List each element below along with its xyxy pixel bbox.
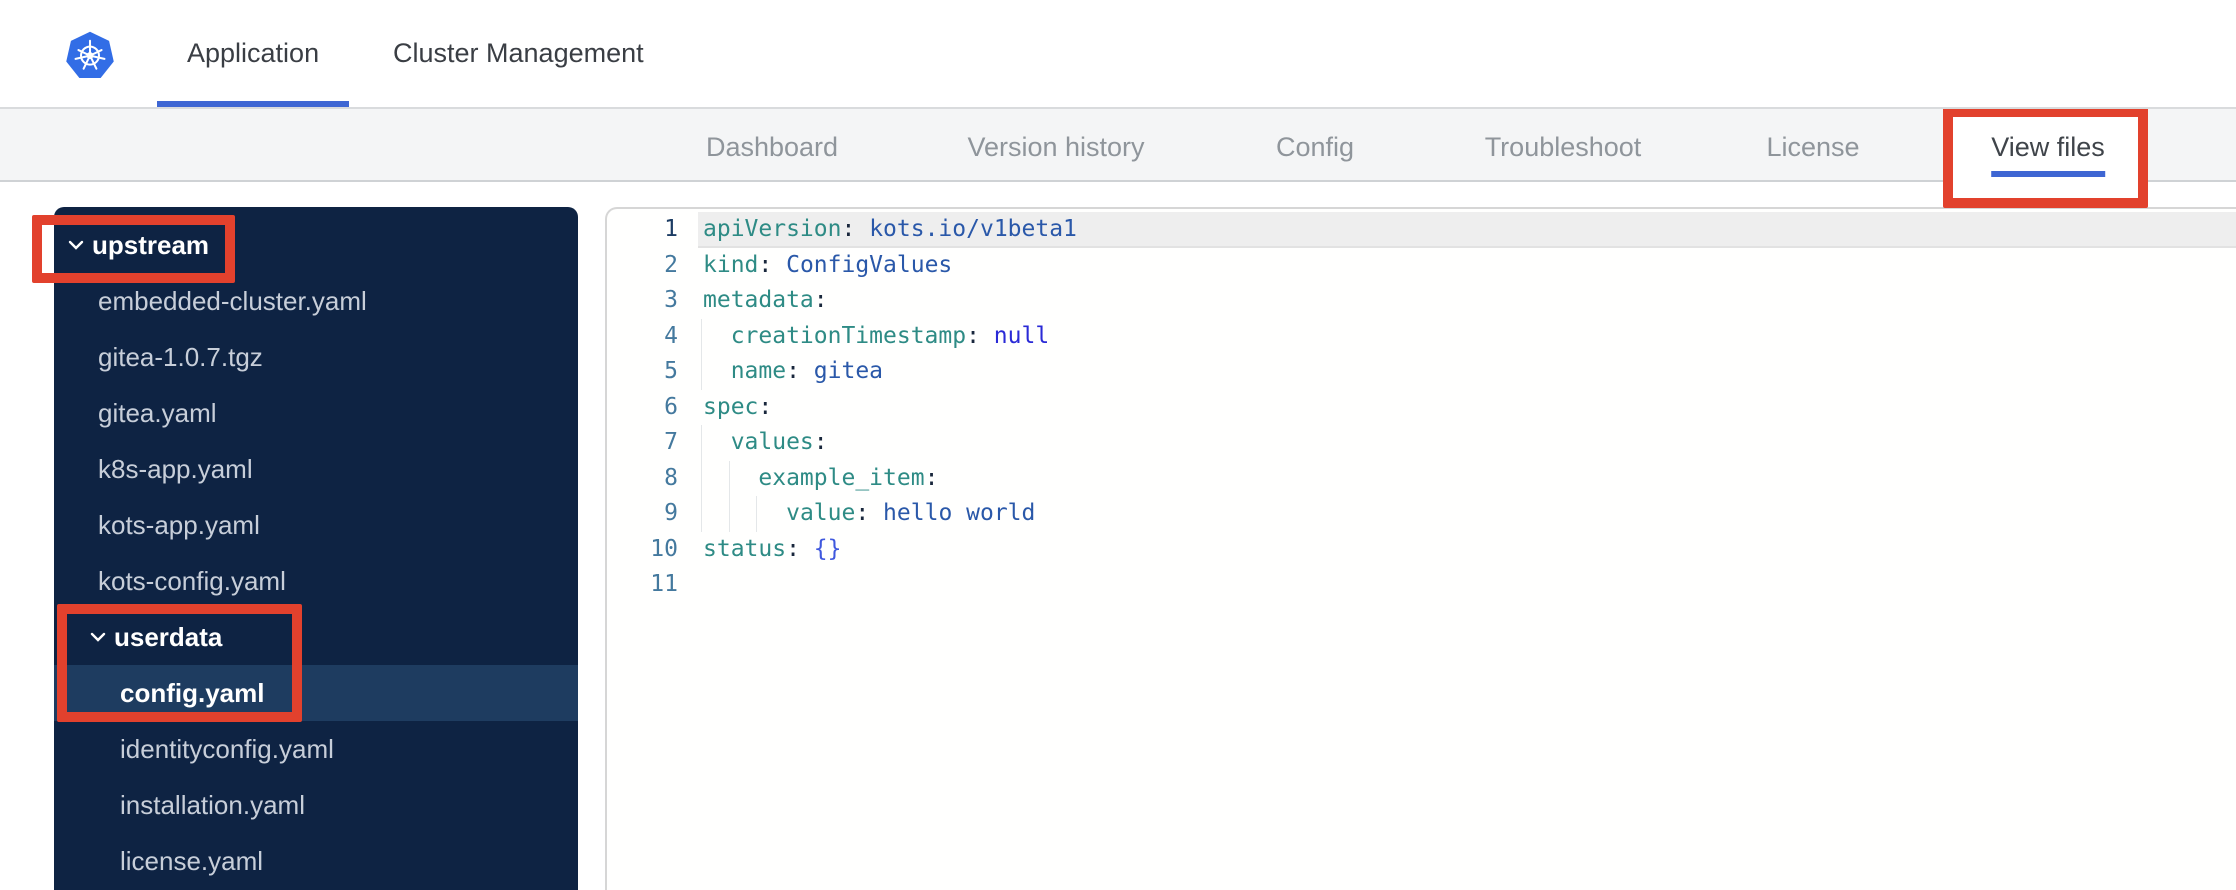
line-number: 4 — [664, 322, 678, 349]
tree-folder-upstream[interactable]: upstream — [54, 217, 578, 273]
kubernetes-logo-icon[interactable] — [65, 31, 115, 81]
line-number: 6 — [664, 393, 678, 420]
top-navbar: Application Cluster Management — [0, 0, 2236, 109]
app-sub-navbar: Dashboard Version history Config Trouble… — [0, 107, 2236, 208]
tab-troubleshoot[interactable]: Troubleshoot — [1485, 131, 1642, 163]
line-number: 5 — [664, 358, 678, 384]
line-number: 8 — [664, 464, 678, 491]
file-tree-sidebar: upstream embedded-cluster.yaml gitea-1.0… — [54, 207, 578, 890]
tree-file-identityconfig[interactable]: identityconfig.yaml — [54, 721, 578, 777]
code-line: 6 spec: — [607, 390, 2236, 426]
file-tree: upstream embedded-cluster.yaml gitea-1.0… — [54, 207, 578, 889]
tree-file-license[interactable]: license.yaml — [54, 833, 578, 889]
code-line: 8 example_item: — [607, 460, 2236, 496]
tree-file-kots-config[interactable]: kots-config.yaml — [54, 553, 578, 609]
tab-license[interactable]: License — [1766, 131, 1859, 163]
tab-application[interactable]: Application — [157, 0, 349, 107]
line-number: 10 — [650, 535, 678, 562]
tree-file-gitea-yaml[interactable]: gitea.yaml — [54, 385, 578, 441]
line-number: 7 — [664, 429, 678, 455]
code-line: 9 value: hello world — [607, 496, 2236, 532]
code-line: 5 name: gitea — [607, 354, 2236, 390]
tree-file-label: embedded-cluster.yaml — [98, 285, 367, 316]
line-number: 1 — [664, 216, 678, 242]
tree-file-gitea-tgz[interactable]: gitea-1.0.7.tgz — [54, 329, 578, 385]
tab-config[interactable]: Config — [1276, 131, 1354, 163]
tree-file-installation[interactable]: installation.yaml — [54, 777, 578, 833]
line-number: 9 — [664, 500, 678, 526]
tree-folder-userdata[interactable]: userdata — [54, 609, 578, 665]
tree-folder-label: upstream — [92, 229, 210, 260]
code-line: 11 — [607, 567, 2236, 603]
tree-file-label: gitea-1.0.7.tgz — [98, 341, 263, 372]
tree-file-label: identityconfig.yaml — [120, 733, 334, 764]
tree-file-label: config.yaml — [120, 677, 265, 708]
code-line: 7 values: — [607, 425, 2236, 461]
tree-file-kots-app[interactable]: kots-app.yaml — [54, 497, 578, 553]
tree-file-label: kots-app.yaml — [98, 509, 260, 540]
tab-cluster-management-label: Cluster Management — [393, 38, 644, 68]
tree-file-label: license.yaml — [120, 845, 264, 876]
tab-dashboard[interactable]: Dashboard — [706, 131, 838, 163]
chevron-down-icon[interactable] — [66, 235, 86, 255]
tree-file-config-yaml-selected[interactable]: config.yaml — [54, 665, 578, 721]
line-number: 11 — [650, 571, 678, 597]
tree-file-label: gitea.yaml — [98, 397, 217, 428]
tab-application-label: Application — [187, 38, 320, 68]
line-number: 3 — [664, 287, 678, 313]
tree-file-label: kots-config.yaml — [98, 565, 286, 596]
tree-file-label: k8s-app.yaml — [98, 453, 253, 484]
tab-version-history[interactable]: Version history — [967, 131, 1144, 163]
tree-file-embedded-cluster[interactable]: embedded-cluster.yaml — [54, 273, 578, 329]
code-line: 2 kind: ConfigValues — [607, 248, 2236, 284]
code-line: 4 creationTimestamp: null — [607, 318, 2236, 354]
code-line: 1 apiVersion: kots.io/v1beta1 — [607, 212, 2236, 248]
yaml-file-viewer[interactable]: 1 apiVersion: kots.io/v1beta1 2 kind: Co… — [605, 207, 2236, 890]
chevron-down-icon[interactable] — [88, 627, 108, 647]
code-line: 10 status: {} — [607, 532, 2236, 568]
tab-view-files[interactable]: View files — [1991, 131, 2105, 177]
line-number: 2 — [664, 251, 678, 278]
tree-file-label: installation.yaml — [120, 789, 305, 820]
tree-folder-label: userdata — [114, 621, 223, 652]
tab-cluster-management[interactable]: Cluster Management — [393, 0, 644, 107]
tree-file-k8s-app[interactable]: k8s-app.yaml — [54, 441, 578, 497]
code-line: 3 metadata: — [607, 283, 2236, 319]
kots-admin-console: Application Cluster Management Dashboard… — [0, 0, 2236, 890]
